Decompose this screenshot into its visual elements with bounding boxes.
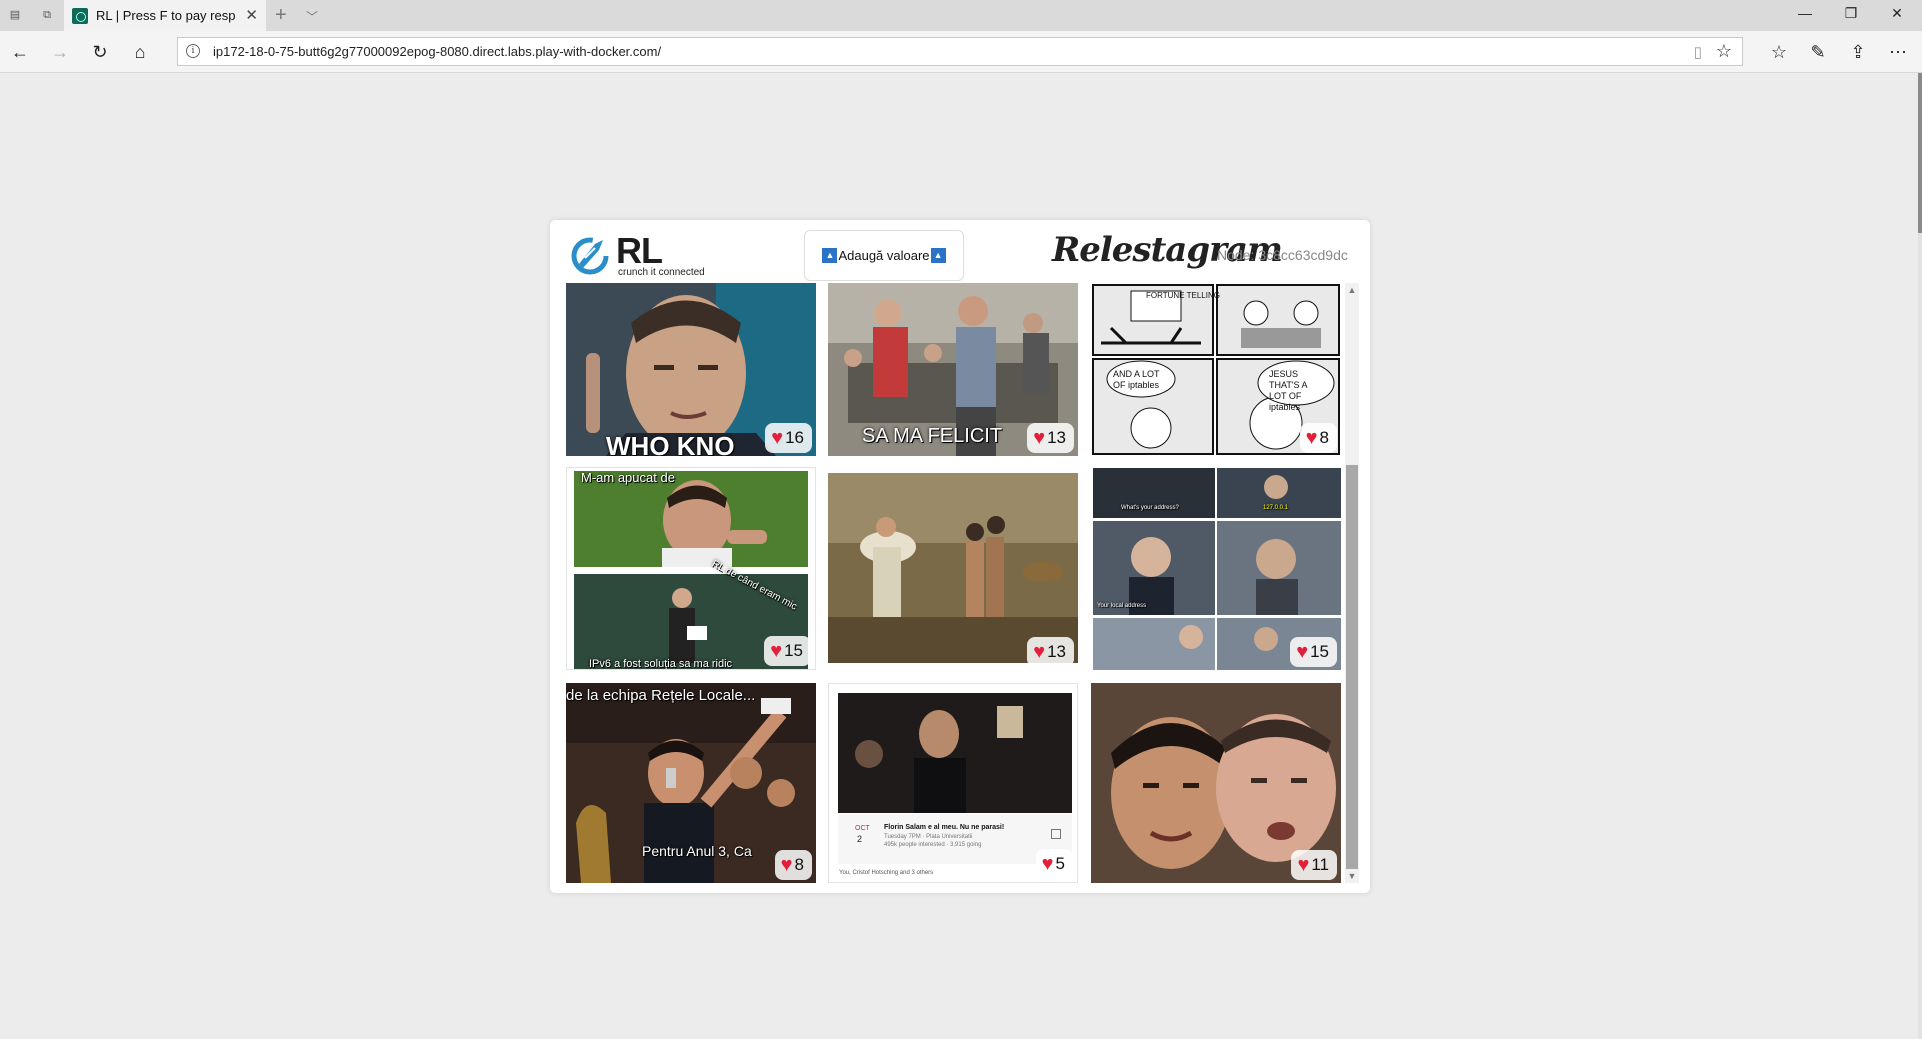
heart-icon[interactable]: ♥ bbox=[781, 854, 793, 877]
post-card[interactable]: WHO KNO ♥ 16 bbox=[566, 283, 816, 456]
url-text[interactable]: ip172-18-0-75-butt6g2g77000092epog-8080.… bbox=[213, 44, 661, 59]
web-note-icon[interactable]: ✎ bbox=[1806, 40, 1830, 64]
refresh-icon[interactable]: ↻ bbox=[88, 40, 112, 64]
speech-bubble-right: JESUS THAT'S A LOT OF iptables bbox=[1269, 369, 1308, 412]
like-badge[interactable]: ♥ 8 bbox=[1299, 423, 1337, 453]
post-caption-bottom: IPv6 a fost soluția sa ma ridic bbox=[589, 658, 733, 670]
like-count: 8 bbox=[1319, 428, 1329, 447]
arrow-up-icon: ▲ bbox=[930, 248, 946, 263]
post-card[interactable]: SA MA FELICIT ♥ 13 bbox=[828, 283, 1078, 456]
like-count: 8 bbox=[794, 855, 804, 874]
event-people: 495k people interested · 3,915 going bbox=[884, 842, 982, 848]
site-favicon-icon bbox=[72, 8, 88, 24]
feed-scrollbar-thumb[interactable] bbox=[1346, 465, 1358, 869]
event-day: 2 bbox=[857, 834, 863, 844]
sign-text: FORTUNE TELLING bbox=[1146, 291, 1220, 300]
logo-subtitle: crunch it connected bbox=[618, 267, 705, 278]
scroll-down-arrow-icon[interactable]: ▼ bbox=[1345, 869, 1359, 883]
favorites-hub-icon[interactable]: ☆ bbox=[1767, 40, 1791, 64]
site-info-icon[interactable]: i bbox=[186, 44, 200, 58]
post-caption-bottom: Pentru Anul 3, Ca bbox=[642, 843, 752, 859]
post-caption: WHO KNO bbox=[606, 431, 735, 456]
like-count: 11 bbox=[1311, 855, 1329, 874]
heart-icon[interactable]: ♥ bbox=[770, 640, 782, 663]
like-badge[interactable]: ♥ 11 bbox=[1291, 850, 1337, 880]
set-aside-tabs-icon[interactable]: ⧉ bbox=[40, 8, 54, 22]
chevron-down-icon[interactable]: ﹀ bbox=[306, 8, 318, 25]
new-tab-icon[interactable]: + bbox=[275, 4, 287, 27]
browser-navigation-bar: ← → ↻ ⌂ i ip172-18-0-75-butt6g2g77000092… bbox=[0, 31, 1922, 73]
like-badge[interactable]: ♥ 15 bbox=[764, 636, 811, 666]
back-icon[interactable]: ← bbox=[8, 40, 32, 64]
post-card[interactable]: de la echipa Rețele Locale... Pentru Anu… bbox=[566, 683, 816, 883]
share-icon[interactable]: ⇪ bbox=[1846, 40, 1870, 64]
calendar-icon bbox=[1051, 829, 1061, 839]
heart-icon[interactable]: ♥ bbox=[771, 427, 783, 450]
feed-scrollbar[interactable]: ▲ ▼ bbox=[1345, 283, 1359, 883]
add-value-button[interactable]: ▲ Adaugă valoare ▲ bbox=[804, 230, 964, 281]
relestagram-card: RL crunch it connected ▲ Adaugă valoare … bbox=[550, 220, 1370, 893]
post-card[interactable]: FORTUNE TELLING AND A LOT OF iptables JE… bbox=[1091, 283, 1341, 456]
heart-icon[interactable]: ♥ bbox=[1297, 854, 1309, 877]
event-meta: Tuesday 7PM · Plata Universitatii bbox=[884, 834, 973, 840]
browser-tab-bar: ▤ ⧉ RL | Press F to pay respe ✕ + ﹀ — ❐ … bbox=[0, 0, 1922, 31]
more-menu-icon[interactable]: ⋯ bbox=[1886, 40, 1910, 64]
node-id: 3c8cc63cd9dc bbox=[1258, 247, 1348, 263]
address-bar[interactable]: i ip172-18-0-75-butt6g2g77000092epog-808… bbox=[177, 37, 1743, 66]
event-reactions: You, Cristof Hotsching and 3 others bbox=[839, 870, 934, 876]
scroll-up-arrow-icon[interactable]: ▲ bbox=[1345, 283, 1359, 297]
heart-icon[interactable]: ♥ bbox=[1042, 853, 1054, 876]
post-caption-top: What's your address? bbox=[1121, 505, 1179, 511]
post-caption-middle: Your local address bbox=[1097, 603, 1147, 609]
add-value-label: Adaugă valoare bbox=[838, 248, 930, 263]
post-caption-ip: 127.0.0.1 bbox=[1263, 505, 1289, 511]
like-count: 13 bbox=[1047, 428, 1066, 447]
page-scrollbar-thumb[interactable] bbox=[1918, 73, 1922, 233]
minimize-icon[interactable]: — bbox=[1795, 5, 1815, 21]
post-card[interactable]: What's your address? Your local address … bbox=[1091, 467, 1341, 670]
post-card[interactable]: ♥ 11 bbox=[1091, 683, 1341, 883]
post-caption-top: de la echipa Rețele Locale... bbox=[566, 687, 756, 704]
like-badge[interactable]: ♥ 13 bbox=[1027, 423, 1074, 453]
heart-icon[interactable]: ♥ bbox=[1296, 641, 1308, 664]
post-feed[interactable]: WHO KNO ♥ 16 SA MA FELICIT ♥ 13 FORTUNE … bbox=[566, 283, 1341, 883]
restore-icon[interactable]: ❐ bbox=[1841, 5, 1861, 22]
post-caption: SA MA FELICIT bbox=[862, 425, 1003, 447]
like-badge[interactable]: ♥ 16 bbox=[765, 423, 812, 453]
like-count: 13 bbox=[1047, 642, 1066, 661]
logo-text: RL bbox=[616, 230, 663, 271]
like-badge[interactable]: ♥ 8 bbox=[774, 850, 812, 880]
post-card[interactable]: OCT 2 Florin Salam e al meu. Nu ne paras… bbox=[828, 683, 1078, 883]
like-count: 15 bbox=[784, 641, 803, 660]
reading-view-icon[interactable]: ▯ bbox=[1694, 43, 1702, 61]
post-card[interactable]: M-am apucat de RL de când eram mic IPv6 … bbox=[566, 467, 816, 670]
forward-icon[interactable]: → bbox=[48, 40, 72, 64]
post-card[interactable]: ♥ 13 bbox=[828, 467, 1078, 670]
like-count: 16 bbox=[785, 428, 804, 447]
browser-tab-active[interactable]: RL | Press F to pay respe ✕ bbox=[64, 0, 266, 31]
like-count: 5 bbox=[1055, 854, 1065, 873]
close-window-icon[interactable]: ✕ bbox=[1887, 5, 1907, 22]
like-count: 15 bbox=[1310, 642, 1329, 661]
post-caption-top: M-am apucat de bbox=[581, 470, 675, 485]
tab-list-icon[interactable]: ▤ bbox=[8, 8, 22, 22]
home-icon[interactable]: ⌂ bbox=[128, 40, 152, 64]
heart-icon[interactable]: ♥ bbox=[1306, 427, 1318, 450]
like-badge[interactable]: ♥ 5 bbox=[1035, 849, 1073, 879]
heart-icon[interactable]: ♥ bbox=[1033, 427, 1045, 450]
like-badge[interactable]: ♥ 15 bbox=[1290, 637, 1337, 667]
arrow-up-icon: ▲ bbox=[822, 248, 838, 263]
tab-title: RL | Press F to pay respe bbox=[96, 8, 236, 23]
heart-icon[interactable]: ♥ bbox=[1033, 641, 1045, 664]
node-label: Node: bbox=[1217, 247, 1255, 263]
speech-bubble-left: AND A LOT OF iptables bbox=[1113, 369, 1160, 390]
event-title: Florin Salam e al meu. Nu ne parasi! bbox=[884, 824, 1005, 831]
node-info: Node: 3c8cc63cd9dc bbox=[1217, 247, 1348, 263]
close-tab-icon[interactable]: ✕ bbox=[245, 6, 258, 24]
favorite-star-icon[interactable]: ☆ bbox=[1716, 41, 1732, 62]
event-month: OCT bbox=[855, 825, 870, 832]
like-badge[interactable]: ♥ 13 bbox=[1027, 637, 1074, 667]
rl-logo-icon bbox=[571, 237, 609, 275]
